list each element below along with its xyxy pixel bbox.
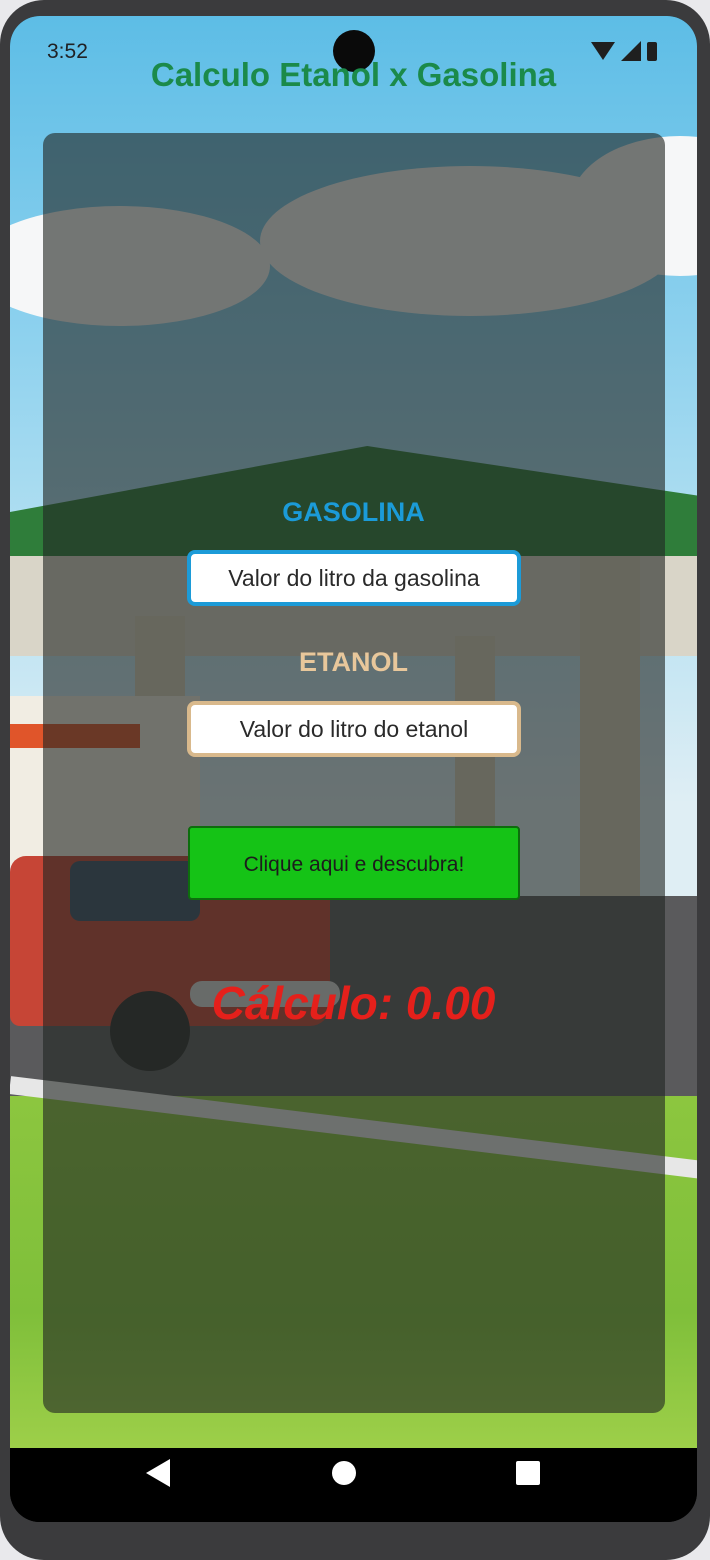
- navigation-bar: [10, 1448, 697, 1522]
- gasolina-label: GASOLINA: [282, 497, 425, 527]
- app-title: Calculo Etanol x Gasolina: [150, 56, 557, 93]
- result-text: Cálculo: 0.00: [211, 977, 496, 1029]
- calculate-button[interactable]: Clique aqui e descubra!: [188, 826, 520, 900]
- screen: 3:52 Calculo Etanol x Gasolina GASOLINA …: [10, 16, 697, 1522]
- etanol-input[interactable]: [187, 701, 521, 757]
- etanol-label: ETANOL: [299, 647, 408, 677]
- back-icon[interactable]: [146, 1459, 170, 1487]
- home-icon[interactable]: [332, 1461, 356, 1485]
- recents-icon[interactable]: [516, 1461, 540, 1485]
- form-panel: [43, 133, 665, 1413]
- gasolina-input[interactable]: [187, 550, 521, 606]
